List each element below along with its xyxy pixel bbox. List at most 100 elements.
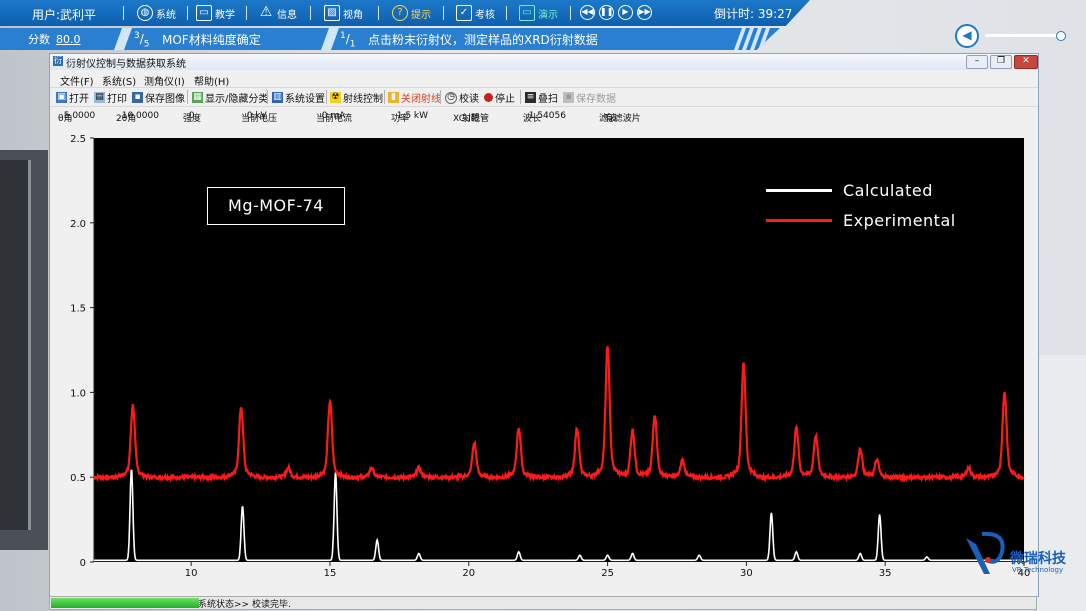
stop-button[interactable]: 停止 [484,90,515,105]
toolbar: ▣ 打开 ▤ 打印 ▪ 保存图像 ▦ 显示/隐藏分类 ▥ 系统设置 ☢ 射线控制 ▮ 关闭射线… [50,87,1038,106]
x-tick-label: 15 [324,568,337,579]
stack-scan-button[interactable]: ≡ 叠扫 [525,90,558,105]
volume-slider[interactable] [985,34,1061,37]
legend-label-experimental: Experimental [843,211,956,230]
power-readout: 功率 1.5 kW [391,111,429,124]
user-label: 用户:武利平 [32,8,97,22]
step-sub: 1/1 [340,31,356,50]
y-tick-label: 0.5 [70,473,86,484]
x-tick-label: 20 [462,568,475,579]
menu-bar: 文件(F) 系统(S) 测角仪(I) 帮助(H) [50,70,1038,88]
settings-icon: ▥ [272,92,283,103]
divider [310,6,311,20]
tool-hint[interactable]: ? 提示 [392,5,431,21]
divider [440,90,441,104]
warning-icon: ⚠ [259,4,273,20]
minimize-button[interactable]: – [966,55,988,69]
divider [326,90,327,104]
clock-icon: ◷ [445,91,457,104]
brand-logo-icon [966,531,1005,574]
intensity-readout: 强度 0 [183,111,202,124]
progress-fill [51,598,199,608]
legend-label-calculated: Calculated [843,181,933,200]
divider [378,6,379,20]
teaching-icon: ▭ [196,5,212,21]
globe-icon: ◍ [137,5,153,21]
progress-bar: 系统状态>> 校读完毕. [49,596,1037,610]
divider [384,90,385,104]
tool-exam[interactable]: ✓ 考核 [456,5,495,21]
scene-cabinet-door [0,160,31,530]
x-tick-label: 25 [601,568,614,579]
menu-file[interactable]: 文件(F) [60,73,94,88]
play-icon[interactable]: ▶ [618,5,633,20]
maximize-button[interactable]: ❐ [990,55,1012,69]
layers-icon: ▦ [192,92,203,103]
divider [187,90,188,104]
divider [267,90,268,104]
save-icon: ▪ [132,92,143,103]
system-settings-button[interactable]: ▥ 系统设置 [272,90,325,105]
countdown-timer: 倒计时: 39:27 [714,7,793,21]
radiation-icon: ☢ [330,92,341,103]
current-readout: 当前电流 0 mA [316,111,353,124]
divider [520,90,521,104]
app-logo-icon: 衍 [53,56,63,66]
stack-icon: ≡ [525,92,536,103]
ray-control-button[interactable]: ☢ 射线控制 [330,90,383,105]
pause-icon[interactable]: ❚❚ [599,5,614,20]
save-data-button[interactable]: ▪ 保存数据 [563,90,616,105]
divider [187,6,188,20]
brand-name: 微瑞科技 [1010,551,1066,567]
y-tick-label: 2.5 [70,134,86,145]
window-title: 衍射仪控制与数据获取系统 [66,59,186,70]
tube-readout: X 射线管 Cu靶 [453,114,490,124]
tool-system[interactable]: ◍ 系统 [137,5,176,21]
step-bar: 分数 80.0 3/5 MOF材料纯度确定 1/1 点击粉末衍射仪，测定样品的XR… [0,28,780,50]
diffractometer-window: 衍 衍射仪控制与数据获取系统 – ❐ ✕ 文件(F) 系统(S) 测角仪(I) … [49,53,1039,597]
demo-icon: ▭ [519,5,535,21]
x-tick-label: 30 [740,568,753,579]
media-controls: ◀◀ ❚❚ ▶ ▶▶ [580,5,652,20]
tool-teaching[interactable]: ▭ 教学 [196,5,235,21]
twotheta-readout: 2θ角 10.0000 [116,111,159,124]
rewind-icon[interactable]: ◀◀ [580,5,595,20]
volume-knob[interactable] [1056,31,1066,41]
toggle-class-button[interactable]: ▦ 显示/隐藏分类 [192,90,268,105]
menu-system[interactable]: 系统(S) [102,73,136,88]
window-titlebar: 衍 衍射仪控制与数据获取系统 – ❐ ✕ [50,54,1038,70]
divider [123,6,124,20]
x-tick-label: 35 [879,568,892,579]
close-button[interactable]: ✕ [1014,55,1038,69]
calibrate-button[interactable]: ◷ 校读 [445,90,479,105]
divider [113,28,133,50]
divider [570,6,571,20]
step-sub-title: 点击粉末衍射仪，测定样品的XRD衍射数据 [368,33,598,47]
tool-view[interactable]: ▨ 视角 [324,5,363,21]
menu-goniometer[interactable]: 测角仪(I) [144,73,185,88]
voltage-readout: 当前电压 0 kV [241,111,278,124]
brand-subtitle: VR Technology [1012,566,1064,574]
y-tick-label: 2.0 [70,219,86,230]
score: 分数 80.0 [28,33,81,46]
divider [320,28,340,50]
open-button[interactable]: ▣ 打开 [56,90,89,105]
tool-info[interactable]: ⚠ 信息 [258,5,297,21]
print-button[interactable]: ▤ 打印 [94,90,127,105]
sample-label: Mg-MOF-74 [207,187,345,225]
step-main: 3/5 [134,31,150,50]
question-icon: ? [392,5,408,21]
tool-demo[interactable]: ▭ 演示 [519,5,558,21]
wavelength-readout: 波长 1.54056 [523,111,566,124]
y-tick-label: 1.5 [70,304,86,315]
legend-swatch-experimental [766,219,832,222]
menu-help[interactable]: 帮助(H) [194,73,229,88]
theta-readout: θ角 5.0000 [58,111,96,124]
system-status-text: 系统状态>> 校读完毕. [198,600,291,610]
close-ray-button[interactable]: ▮ 关闭射线 [388,90,441,105]
volume-icon[interactable]: ◀ [955,24,979,48]
view-icon: ▨ [324,5,340,21]
fast-forward-icon[interactable]: ▶▶ [637,5,652,20]
save-image-button[interactable]: ▪ 保存图像 [132,90,185,105]
print-icon: ▤ [94,92,105,103]
